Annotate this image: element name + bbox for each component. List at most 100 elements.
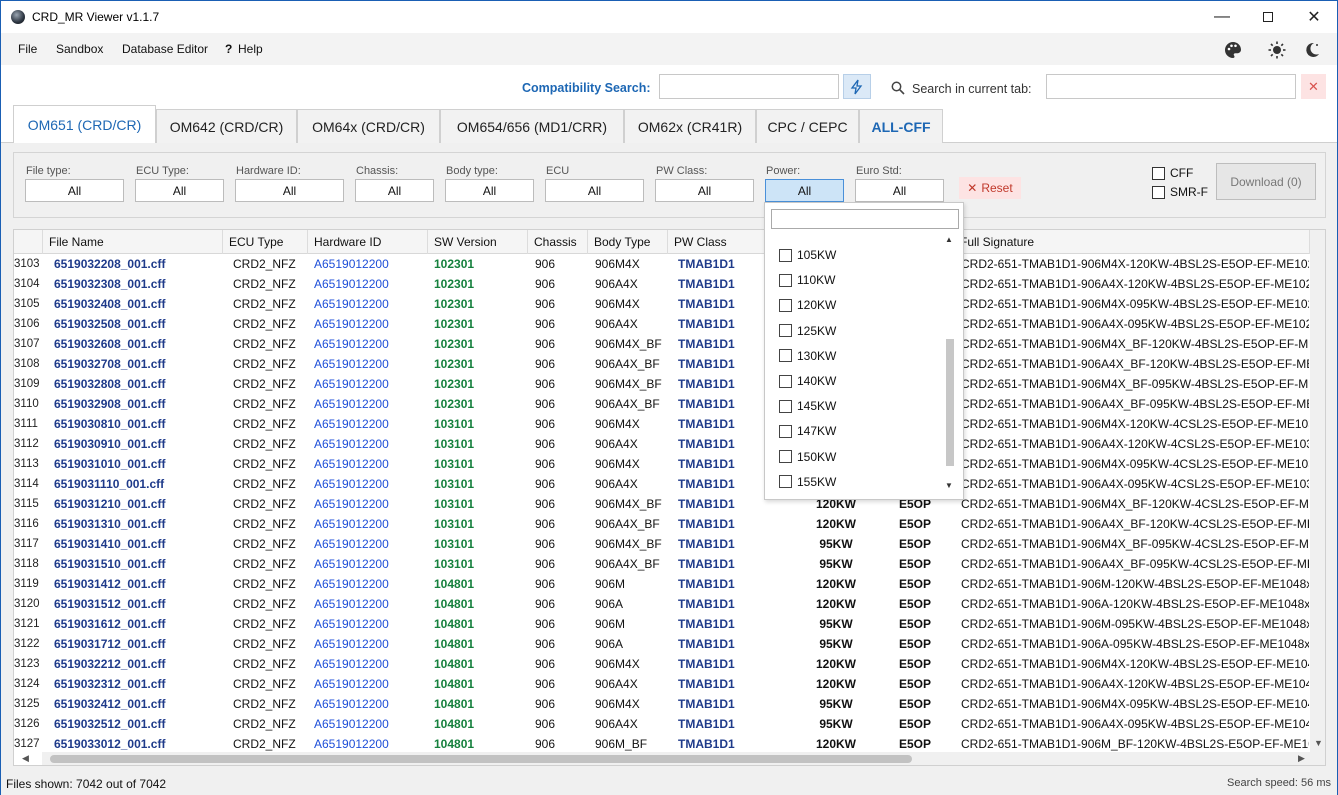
- table-row[interactable]: 3115 6519031210_001.cff CRD2_NFZ A651901220…: [14, 494, 1310, 514]
- table-row[interactable]: 3110 6519032908_001.cff CRD2_NFZ A651901220…: [14, 394, 1310, 414]
- table-row[interactable]: 3103 6519032208_001.cff CRD2_NFZ A651901220…: [14, 254, 1310, 274]
- column-header[interactable]: Hardware ID: [308, 230, 428, 254]
- pw-class-filter[interactable]: All: [655, 179, 754, 202]
- tab-cpc-cepc[interactable]: CPC / CEPC: [756, 109, 859, 143]
- table-row[interactable]: 3114 6519031110_001.cff CRD2_NFZ A651901220…: [14, 474, 1310, 494]
- table-row[interactable]: 3127 6519033012_001.cff CRD2_NFZ A651901220…: [14, 734, 1310, 754]
- tab-om642[interactable]: OM642 (CRD/CR): [156, 109, 297, 143]
- ecu-type-filter[interactable]: All: [135, 179, 224, 202]
- minimize-icon[interactable]: —: [1199, 1, 1245, 33]
- cff-checkbox[interactable]: [1152, 167, 1165, 180]
- table-row[interactable]: 3106 6519032508_001.cff CRD2_NFZ A651901220…: [14, 314, 1310, 334]
- table-row[interactable]: 3124 6519032312_001.cff CRD2_NFZ A651901220…: [14, 674, 1310, 694]
- table-row[interactable]: 3109 6519032808_001.cff CRD2_NFZ A651901220…: [14, 374, 1310, 394]
- tab-all-cff[interactable]: ALL-CFF: [859, 109, 943, 143]
- dropdown-scrollbar[interactable]: ▲ ▼: [943, 231, 957, 496]
- table-row[interactable]: 3119 6519031412_001.cff CRD2_NFZ A651901220…: [14, 574, 1310, 594]
- menu-help[interactable]: Help: [238, 42, 263, 56]
- menu-database-editor[interactable]: Database Editor: [122, 42, 208, 56]
- clear-search-button[interactable]: ✕: [1301, 74, 1326, 99]
- scroll-right-icon[interactable]: ▶: [1298, 753, 1305, 764]
- tab-om62x[interactable]: OM62x (CR41R): [624, 109, 756, 143]
- column-header[interactable]: Full Signature: [954, 230, 1310, 254]
- filter-label: Chassis:: [356, 165, 399, 177]
- power-option[interactable]: 145KW: [779, 396, 836, 416]
- table-row[interactable]: 3111 6519030810_001.cff CRD2_NFZ A651901220…: [14, 414, 1310, 434]
- search-tab-input[interactable]: [1046, 74, 1296, 99]
- option-checkbox[interactable]: [779, 324, 792, 338]
- tab-om651[interactable]: OM651 (CRD/CR): [13, 105, 156, 143]
- download-button[interactable]: Download (0): [1216, 163, 1316, 200]
- table-row[interactable]: 3125 6519032412_001.cff CRD2_NFZ A651901220…: [14, 694, 1310, 714]
- column-header[interactable]: ECU Type: [223, 230, 308, 254]
- power-option[interactable]: 120KW: [779, 295, 836, 315]
- option-checkbox[interactable]: [779, 424, 792, 438]
- column-header[interactable]: Chassis: [528, 230, 588, 254]
- hardware-id-filter[interactable]: All: [235, 179, 344, 202]
- ecu-filter[interactable]: All: [545, 179, 644, 202]
- table-row[interactable]: 3120 6519031512_001.cff CRD2_NFZ A651901220…: [14, 594, 1310, 614]
- table-row[interactable]: 3116 6519031310_001.cff CRD2_NFZ A651901220…: [14, 514, 1310, 534]
- power-option[interactable]: 140KW: [779, 371, 836, 391]
- power-filter[interactable]: All: [765, 179, 844, 202]
- body-type-filter[interactable]: All: [445, 179, 534, 202]
- palette-icon[interactable]: [1224, 41, 1242, 59]
- table-row[interactable]: 3112 6519030910_001.cff CRD2_NFZ A651901220…: [14, 434, 1310, 454]
- sw-version-cell: 104801: [434, 577, 475, 591]
- option-checkbox[interactable]: [779, 298, 792, 312]
- power-option[interactable]: 125KW: [779, 321, 836, 341]
- table-row[interactable]: 3107 6519032608_001.cff CRD2_NFZ A651901220…: [14, 334, 1310, 354]
- menu-file[interactable]: File: [18, 42, 37, 56]
- vertical-scrollbar[interactable]: ▼: [1310, 230, 1325, 765]
- power-search-input[interactable]: [771, 209, 959, 229]
- option-checkbox[interactable]: [779, 248, 792, 262]
- power-option[interactable]: 105KW: [779, 245, 836, 265]
- power-option[interactable]: 150KW: [779, 447, 836, 467]
- table-row[interactable]: 3117 6519031410_001.cff CRD2_NFZ A651901220…: [14, 534, 1310, 554]
- reset-button[interactable]: ✕ Reset: [959, 177, 1021, 199]
- tab-om64x[interactable]: OM64x (CRD/CR): [297, 109, 440, 143]
- euro-std-filter[interactable]: All: [855, 179, 944, 202]
- option-checkbox[interactable]: [779, 450, 792, 464]
- dropdown-scroll-thumb[interactable]: [946, 339, 954, 466]
- compatibility-search-input[interactable]: [659, 74, 839, 99]
- scroll-up-icon[interactable]: ▲: [945, 235, 953, 244]
- menu-sandbox[interactable]: Sandbox: [56, 42, 103, 56]
- table-row[interactable]: 3122 6519031712_001.cff CRD2_NFZ A651901220…: [14, 634, 1310, 654]
- table-row[interactable]: 3108 6519032708_001.cff CRD2_NFZ A651901220…: [14, 354, 1310, 374]
- chassis-filter[interactable]: All: [355, 179, 434, 202]
- option-checkbox[interactable]: [779, 374, 792, 388]
- power-option[interactable]: 147KW: [779, 421, 836, 441]
- scroll-left-icon[interactable]: ◀: [22, 753, 29, 764]
- close-icon[interactable]: ✕: [1291, 1, 1337, 33]
- sun-icon[interactable]: [1268, 41, 1286, 59]
- maximize-icon[interactable]: [1245, 1, 1291, 33]
- table-row[interactable]: 3113 6519031010_001.cff CRD2_NFZ A651901220…: [14, 454, 1310, 474]
- filter-label: Hardware ID:: [236, 165, 301, 177]
- option-checkbox[interactable]: [779, 349, 792, 363]
- file-type-filter[interactable]: All: [25, 179, 124, 202]
- lightning-icon[interactable]: [843, 74, 871, 99]
- tab-om654-656[interactable]: OM654/656 (MD1/CRR): [440, 109, 624, 143]
- table-row[interactable]: 3123 6519032212_001.cff CRD2_NFZ A651901220…: [14, 654, 1310, 674]
- option-checkbox[interactable]: [779, 273, 792, 287]
- power-option[interactable]: 110KW: [779, 270, 835, 290]
- horizontal-scrollbar[interactable]: ◀ ▶: [22, 752, 1310, 765]
- table-row[interactable]: 3104 6519032308_001.cff CRD2_NFZ A651901220…: [14, 274, 1310, 294]
- scroll-down-icon[interactable]: ▼: [945, 481, 953, 490]
- option-checkbox[interactable]: [779, 475, 792, 489]
- option-checkbox[interactable]: [779, 399, 792, 413]
- column-header[interactable]: SW Version: [428, 230, 528, 254]
- power-option[interactable]: 155KW: [779, 472, 836, 492]
- power-option[interactable]: 130KW: [779, 346, 836, 366]
- table-row[interactable]: 3121 6519031612_001.cff CRD2_NFZ A651901220…: [14, 614, 1310, 634]
- table-row[interactable]: 3118 6519031510_001.cff CRD2_NFZ A651901220…: [14, 554, 1310, 574]
- table-row[interactable]: 3105 6519032408_001.cff CRD2_NFZ A651901220…: [14, 294, 1310, 314]
- scroll-down-icon[interactable]: ▼: [1314, 738, 1323, 748]
- smr-f-checkbox[interactable]: [1152, 186, 1165, 199]
- moon-icon[interactable]: [1303, 41, 1321, 59]
- column-header[interactable]: Body Type: [588, 230, 668, 254]
- horizontal-scroll-thumb[interactable]: [50, 755, 912, 763]
- table-row[interactable]: 3126 6519032512_001.cff CRD2_NFZ A651901220…: [14, 714, 1310, 734]
- column-header[interactable]: File Name: [43, 230, 223, 254]
